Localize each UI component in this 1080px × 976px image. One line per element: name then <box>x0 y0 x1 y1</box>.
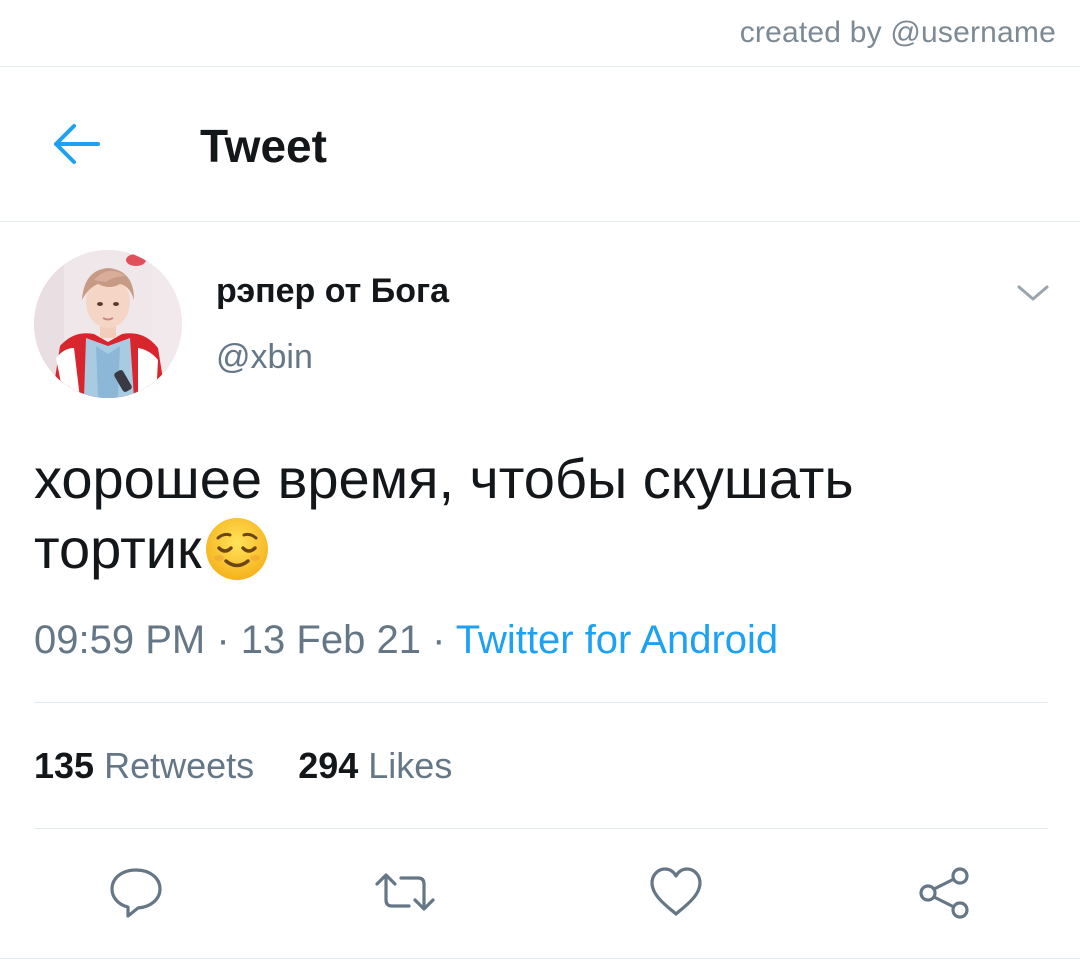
likes-stat[interactable]: 294 Likes <box>298 745 452 787</box>
divider <box>34 828 1048 829</box>
heart-icon <box>650 867 702 916</box>
retweets-stat[interactable]: 135 Retweets <box>34 745 254 787</box>
divider <box>34 702 1048 703</box>
like-button[interactable] <box>646 862 706 922</box>
retweet-icon <box>375 873 435 911</box>
tweet-time: 09:59 PM <box>34 618 206 662</box>
tweet-meta: 09:59 PM · 13 Feb 21 · Twitter for Andro… <box>34 618 778 663</box>
watermark-bar: created by @username <box>0 0 1080 67</box>
page-title: Tweet <box>200 120 327 172</box>
author-display-name[interactable]: рэпер от Бога <box>216 272 449 311</box>
tweet-date: 13 Feb 21 <box>240 618 421 662</box>
retweets-label: Retweets <box>104 745 255 786</box>
watermark-text: created by @username <box>739 16 1056 49</box>
reply-icon <box>110 868 162 918</box>
retweets-count: 135 <box>34 745 95 786</box>
chevron-down-icon <box>1017 285 1049 301</box>
avatar-photo <box>34 250 182 398</box>
meta-separator: · <box>432 618 446 662</box>
back-button[interactable] <box>46 117 106 171</box>
retweet-button[interactable] <box>373 862 435 922</box>
header-bar: Tweet <box>0 67 1080 222</box>
likes-count: 294 <box>298 745 359 786</box>
tweet-text: хорошее время, чтобы скушать тортик <box>34 444 1034 584</box>
tweet-detail-screen: created by @username Tweet рэпер от Бога… <box>0 0 1080 976</box>
tweet-text-content: хорошее время, чтобы скушать тортик <box>34 447 854 580</box>
avatar[interactable] <box>34 250 182 398</box>
likes-label: Likes <box>368 745 453 786</box>
relieved-face-emoji <box>204 516 270 582</box>
tweet-source-link[interactable]: Twitter for Android <box>456 618 778 662</box>
more-options-button[interactable] <box>1012 278 1054 308</box>
tweet-stats: 135 Retweets 294 Likes <box>34 745 452 787</box>
share-button[interactable] <box>914 862 974 922</box>
meta-separator: · <box>216 618 230 662</box>
bottom-divider <box>0 958 1080 959</box>
author-handle[interactable]: @xbin <box>216 338 313 377</box>
reply-button[interactable] <box>106 862 166 922</box>
share-icon <box>919 867 969 919</box>
arrow-left-icon <box>54 124 100 164</box>
